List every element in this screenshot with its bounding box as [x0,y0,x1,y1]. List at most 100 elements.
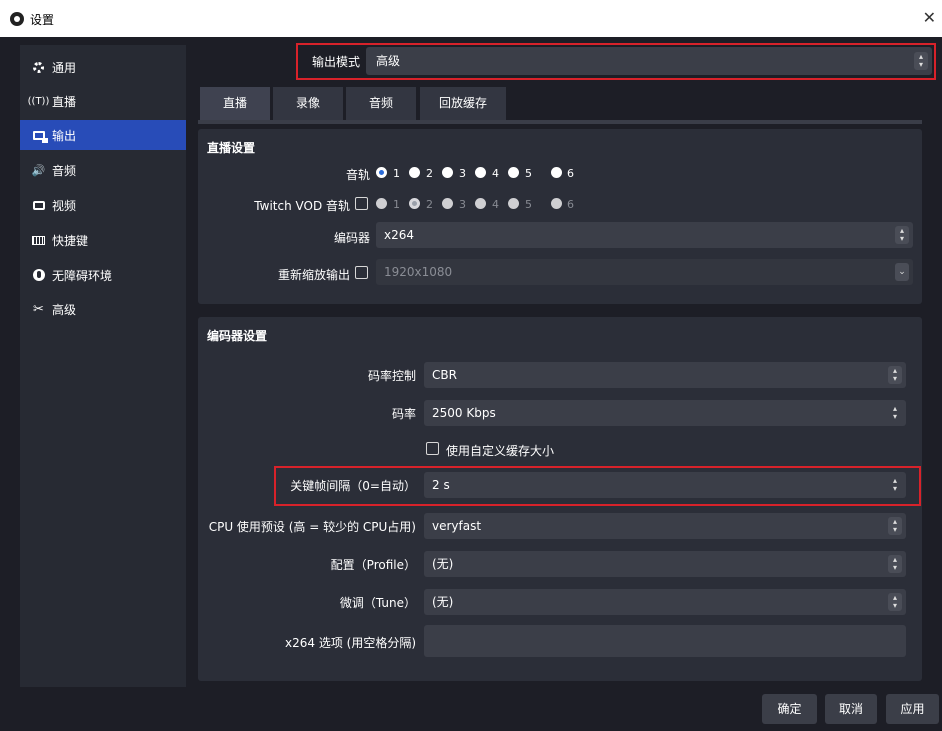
tab-audio[interactable]: 音频 [346,87,416,120]
twitch-track-number: 2 [426,198,433,211]
twitch-track-number: 6 [567,198,574,211]
sidebar-item-label: 输出 [52,128,77,143]
sidebar-item-label: 无障碍环境 [52,268,113,283]
monitor-icon [32,199,45,212]
twitch-track-radio-2[interactable] [409,198,420,209]
audio-track-number: 2 [426,167,433,180]
highlight-box-output-mode [296,43,936,80]
tools-icon: ✂ [33,301,44,317]
tab-replay-buffer[interactable]: 回放缓存 [420,87,506,120]
audio-track-number: 4 [492,167,499,180]
sidebar-item-hotkeys[interactable]: 快捷键 [20,225,186,255]
sidebar-item-advanced[interactable]: ✂ 高级 [20,294,186,324]
accessibility-icon [32,269,45,282]
updown-arrows-icon[interactable]: ▴ ▾ [888,404,902,422]
output-icon [32,129,48,143]
audio-track-radio-1[interactable] [376,167,387,178]
cpu-preset-value: veryfast [432,519,482,533]
settings-sidebar: 通用 ((T)) 直播 输出 🔊 音频 视频 快捷键 无障碍环境 ✂ 高级 [20,45,186,687]
ok-button[interactable]: 确定 [762,694,817,724]
sidebar-item-label: 高级 [52,302,77,317]
speaker-icon: 🔊 [31,163,46,177]
stream-settings-title: 直播设置 [207,141,256,155]
x264-options-label: x264 选项 (用空格分隔) [285,636,416,650]
sidebar-item-general[interactable]: 通用 [20,52,186,82]
sidebar-item-label: 视频 [52,198,77,213]
updown-arrows-icon: ▴ ▾ [888,517,902,535]
twitch-track-number: 1 [393,198,400,211]
gear-icon [32,61,45,74]
bitrate-spinbox[interactable]: 2500 Kbps ▴ ▾ [424,400,906,426]
rescale-resolution-value: 1920x1080 [384,265,453,279]
audio-track-radio-4[interactable] [475,167,486,178]
twitch-track-number: 3 [459,198,466,211]
rate-control-label: 码率控制 [367,369,416,383]
twitch-vod-label: Twitch VOD 音轨 [254,199,350,213]
twitch-track-number: 4 [492,198,499,211]
audio-track-number: 1 [393,167,400,180]
twitch-vod-checkbox[interactable] [355,197,368,210]
tune-value: (无) [432,595,454,609]
twitch-track-number: 5 [525,198,532,211]
chevron-down-icon: ⌄ [895,263,909,281]
audio-track-radio-3[interactable] [442,167,453,178]
encoder-select[interactable]: x264 ▴ ▾ [376,222,913,248]
custom-buffer-label: 使用自定义缓存大小 [446,444,555,458]
bitrate-label: 码率 [391,407,416,421]
keyboard-icon [32,234,45,247]
x264-options-input[interactable] [424,625,906,657]
profile-value: (无) [432,557,454,571]
sidebar-item-stream[interactable]: ((T)) 直播 [20,86,186,116]
cancel-button[interactable]: 取消 [825,694,877,724]
custom-buffer-checkbox[interactable] [426,442,439,455]
profile-label: 配置（Profile） [330,558,416,572]
audio-track-number: 3 [459,167,466,180]
rate-control-select[interactable]: CBR ▴ ▾ [424,362,906,388]
rescale-output-checkbox[interactable] [355,266,368,279]
encoder-settings-title: 编码器设置 [207,329,268,343]
sidebar-item-accessibility[interactable]: 无障碍环境 [20,260,186,290]
close-icon[interactable]: ✕ [923,8,936,27]
rate-control-value: CBR [432,368,457,382]
encoder-label: 编码器 [333,231,370,245]
audio-track-radio-5[interactable] [508,167,519,178]
audio-track-radio-2[interactable] [409,167,420,178]
sidebar-item-label: 直播 [52,94,77,109]
sidebar-item-label: 通用 [52,60,77,75]
twitch-track-radio-3[interactable] [442,198,453,209]
updown-arrows-icon: ▴ ▾ [888,593,902,611]
cpu-preset-label: CPU 使用预设 (高 = 较少的 CPU占用) [208,520,416,534]
tab-divider [198,120,922,124]
profile-select[interactable]: (无) ▴ ▾ [424,551,906,577]
audio-track-label: 音轨 [345,168,370,182]
sidebar-item-output[interactable]: 输出 [20,120,186,150]
tab-recording[interactable]: 录像 [273,87,343,120]
rescale-resolution-select[interactable]: 1920x1080 ⌄ [376,259,913,285]
twitch-track-radio-1[interactable] [376,198,387,209]
audio-track-number: 6 [567,167,574,180]
apply-button[interactable]: 应用 [886,694,939,724]
sidebar-item-audio[interactable]: 🔊 音频 [20,155,186,185]
encoder-value: x264 [384,228,415,242]
updown-arrows-icon: ▴ ▾ [888,555,902,573]
tab-stream[interactable]: 直播 [200,87,270,120]
sidebar-item-label: 音频 [52,163,77,178]
obs-logo-icon [10,12,24,26]
rescale-output-label: 重新缩放输出 [277,268,350,282]
twitch-track-radio-4[interactable] [475,198,486,209]
antenna-icon: ((T)) [27,95,50,107]
twitch-track-radio-6[interactable] [551,198,562,209]
tune-select[interactable]: (无) ▴ ▾ [424,589,906,615]
tune-label: 微调（Tune） [339,596,416,610]
highlight-box-keyframe [274,466,921,506]
sidebar-item-label: 快捷键 [52,233,89,248]
title-bar: 设置 ✕ [0,0,942,37]
audio-track-number: 5 [525,167,532,180]
updown-arrows-icon: ▴ ▾ [888,366,902,384]
window-title: 设置 [30,13,55,27]
cpu-preset-select[interactable]: veryfast ▴ ▾ [424,513,906,539]
sidebar-item-video[interactable]: 视频 [20,190,186,220]
twitch-track-radio-5[interactable] [508,198,519,209]
updown-arrows-icon: ▴ ▾ [895,226,909,244]
audio-track-radio-6[interactable] [551,167,562,178]
